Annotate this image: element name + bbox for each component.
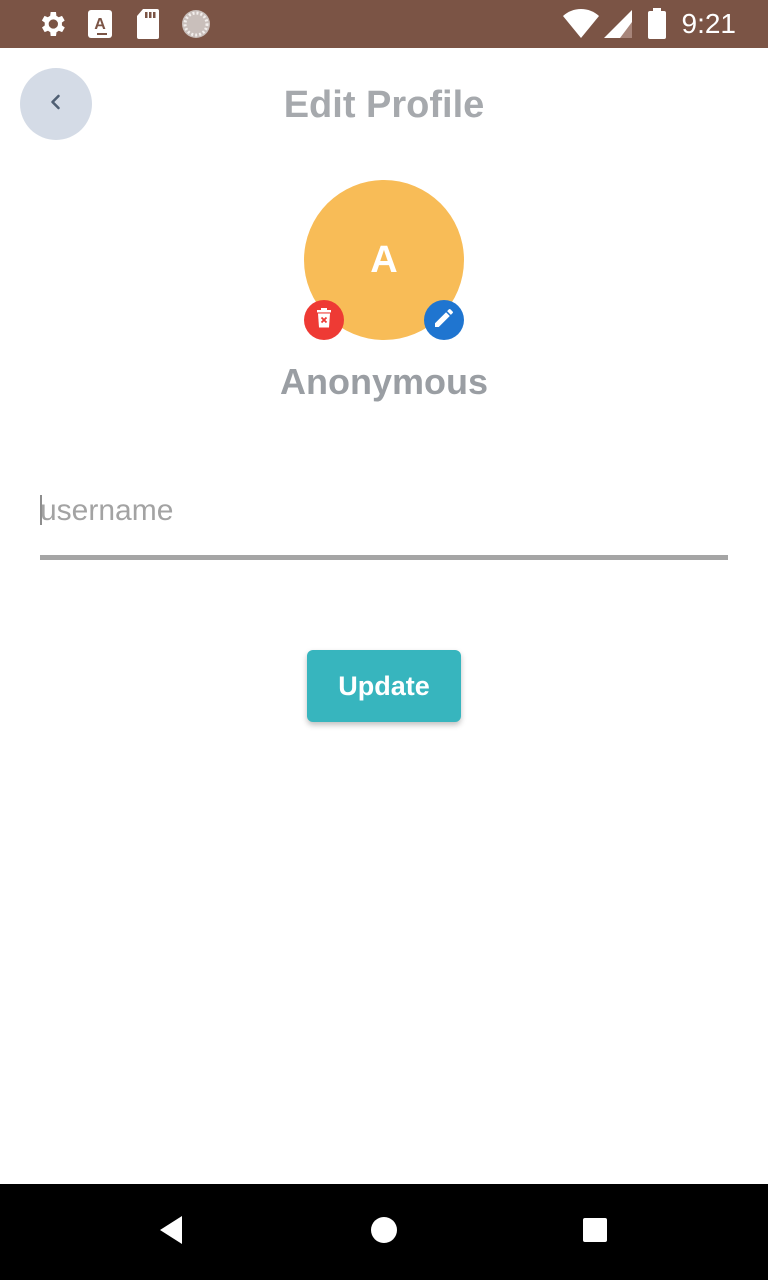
battery-icon	[648, 8, 666, 45]
avatar-initial: A	[370, 238, 398, 281]
spinner-icon	[180, 8, 212, 45]
navigation-bar	[0, 1184, 768, 1280]
update-button[interactable]: Update	[307, 650, 461, 722]
wifi-icon	[562, 8, 600, 45]
page-title: Edit Profile	[283, 84, 485, 126]
back-triangle-icon	[158, 1215, 186, 1250]
username-input[interactable]	[40, 482, 728, 540]
profile-name: Anonymous	[279, 361, 488, 402]
status-time: 9:21	[681, 8, 737, 39]
status-bar: A 9:21	[0, 0, 768, 48]
text-a-icon: A	[88, 8, 112, 45]
pencil-icon	[432, 306, 456, 335]
home-circle-icon	[370, 1216, 398, 1249]
username-underline	[40, 555, 728, 560]
nav-home-button[interactable]	[344, 1184, 424, 1280]
gear-icon	[36, 8, 68, 45]
cell-signal-icon	[604, 8, 632, 45]
edit-avatar-button[interactable]	[424, 300, 464, 340]
recents-square-icon	[582, 1217, 608, 1248]
delete-avatar-button[interactable]	[304, 300, 344, 340]
svg-text:A: A	[94, 16, 106, 33]
nav-recents-button[interactable]	[555, 1184, 635, 1280]
text-cursor	[40, 495, 42, 525]
nav-back-button[interactable]	[132, 1184, 212, 1280]
trash-icon	[313, 307, 335, 334]
sd-card-icon	[136, 8, 160, 45]
